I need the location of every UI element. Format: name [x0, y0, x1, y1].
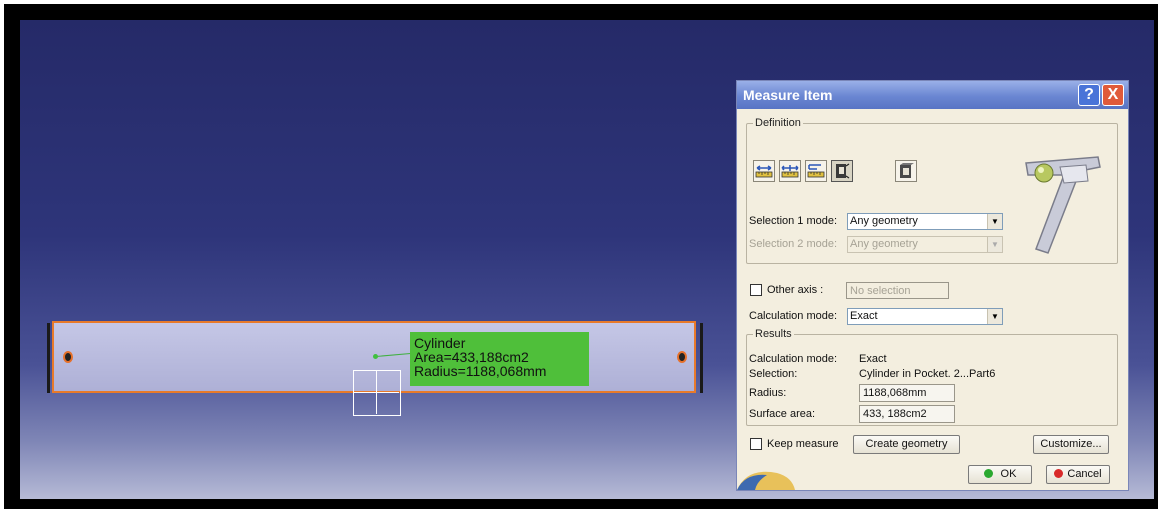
part-right-edge [700, 323, 703, 393]
cancel-label: Cancel [1067, 468, 1102, 480]
globe-logo-icon [737, 471, 795, 490]
calc-mode-select[interactable]: Exact ▼ [847, 308, 1003, 325]
annotation-radius: Radius=1188,068mm [414, 363, 547, 379]
measure-item-icon[interactable] [831, 160, 853, 182]
results-legend: Results [755, 328, 792, 340]
measure-item-dialog: Measure Item ? X Definition Selection 1 … [736, 80, 1129, 491]
chevron-down-icon[interactable]: ▼ [987, 214, 1002, 229]
result-surface-area-field: 433, 188cm2 [859, 405, 955, 423]
calc-mode-label: Calculation mode: [749, 310, 838, 322]
hole-left [63, 351, 73, 363]
measure-between-fan-icon[interactable] [805, 160, 827, 182]
customize-button[interactable]: Customize... [1033, 435, 1109, 454]
cancel-button[interactable]: Cancel [1046, 465, 1110, 484]
result-radius-field: 1188,068mm [859, 384, 955, 402]
selection1-mode-select[interactable]: Any geometry ▼ [847, 213, 1003, 230]
other-axis-checkbox[interactable] [750, 284, 762, 296]
chevron-down-icon[interactable]: ▼ [987, 309, 1002, 324]
measure-thickness-icon[interactable] [895, 160, 917, 182]
result-calc-mode-value: Exact [859, 353, 887, 365]
selection2-label: Selection 2 mode: [749, 238, 838, 250]
definition-legend: Definition [755, 117, 801, 129]
other-axis-label: Other axis : [767, 284, 824, 296]
measure-between-chain-icon[interactable] [779, 160, 801, 182]
result-selection-value: Cylinder in Pocket. 2...Part6 [859, 368, 996, 380]
screen-frame: Cylinder Area=433,188cm2 Radius=1188,068… [4, 4, 1158, 509]
result-calc-mode-label: Calculation mode: [749, 353, 838, 365]
chevron-down-icon: ▼ [987, 237, 1002, 252]
keep-measure-label: Keep measure [767, 438, 839, 450]
other-axis-field: No selection [846, 282, 949, 299]
keep-measure-checkbox[interactable] [750, 438, 762, 450]
measure-annotation[interactable]: Cylinder Area=433,188cm2 Radius=1188,068… [410, 332, 589, 386]
selection1-value: Any geometry [850, 215, 918, 227]
result-selection-label: Selection: [749, 368, 798, 380]
help-button[interactable]: ? [1078, 84, 1100, 106]
ok-button[interactable]: OK [968, 465, 1032, 484]
hole-right [677, 351, 687, 363]
selection1-label: Selection 1 mode: [749, 215, 838, 227]
selection2-mode-select: Any geometry ▼ [847, 236, 1003, 253]
measure-between-icon[interactable] [753, 160, 775, 182]
annotation-type: Cylinder [414, 335, 466, 351]
annotation-area: Area=433,188cm2 [414, 349, 529, 365]
dialog-titlebar[interactable]: Measure Item ? X [737, 81, 1128, 109]
caliper-icon [1025, 156, 1101, 254]
selection-box-divider [353, 392, 399, 393]
annotation-anchor [373, 354, 378, 359]
cancel-icon [1054, 469, 1064, 478]
part-left-edge [47, 323, 50, 393]
result-radius-label: Radius: [749, 387, 787, 399]
ok-label: OK [1000, 468, 1017, 480]
result-surface-area-label: Surface area: [749, 408, 816, 420]
dialog-title: Measure Item [743, 87, 833, 103]
selection-box [353, 370, 401, 416]
close-button[interactable]: X [1102, 84, 1124, 106]
3d-viewport[interactable]: Cylinder Area=433,188cm2 Radius=1188,068… [20, 20, 1154, 499]
ok-icon [983, 469, 993, 478]
create-geometry-button[interactable]: Create geometry [853, 435, 960, 454]
selection2-value: Any geometry [850, 238, 918, 250]
calc-mode-value: Exact [850, 310, 878, 322]
